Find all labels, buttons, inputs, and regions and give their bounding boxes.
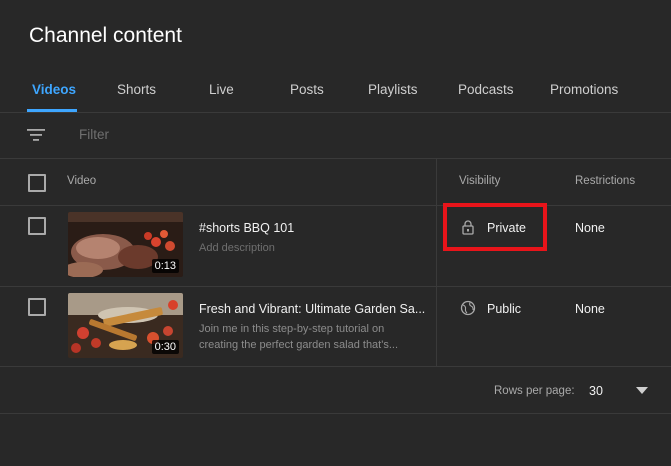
video-thumbnail[interactable]: 0:30 [68,293,183,358]
row-checkbox[interactable] [28,298,46,316]
tab-shorts[interactable]: Shorts [117,82,156,97]
tab-live[interactable]: Live [209,82,234,97]
divider [0,112,671,113]
video-duration: 0:13 [151,259,179,273]
rows-per-page-label: Rows per page: [494,385,575,397]
row-checkbox[interactable] [28,217,46,235]
video-description[interactable]: Add description [199,240,419,256]
globe-icon [460,300,476,316]
filter-input[interactable] [79,127,379,142]
divider [0,158,671,159]
tab-playlists[interactable]: Playlists [368,82,418,97]
highlight-box [443,203,547,251]
column-header-video: Video [67,175,97,187]
video-title[interactable]: Fresh and Vibrant: Ultimate Garden Sa... [199,302,425,316]
divider [0,413,671,414]
chevron-down-icon[interactable] [636,387,648,395]
visibility-dropdown[interactable]: Public [487,302,521,316]
tab-videos[interactable]: Videos [32,82,76,97]
tab-bar: Videos Shorts Live Posts Playlists Podca… [0,70,671,112]
column-divider [436,158,437,366]
column-header-restrictions[interactable]: Restrictions [575,175,635,187]
divider [0,366,671,367]
tab-posts[interactable]: Posts [290,82,324,97]
rows-per-page-select[interactable]: 30 [589,384,603,398]
video-title[interactable]: #shorts BBQ 101 [199,221,294,235]
restrictions-value: None [575,302,605,316]
restrictions-value: None [575,221,605,235]
video-description-line-1[interactable]: Join me in this step-by-step tutorial on [199,321,419,337]
video-description-line-2[interactable]: creating the perfect garden salad that's… [199,337,419,353]
tab-promotions[interactable]: Promotions [550,82,618,97]
tab-podcasts[interactable]: Podcasts [458,82,514,97]
page-title: Channel content [29,24,182,47]
column-header-visibility[interactable]: Visibility [459,175,500,187]
video-thumbnail[interactable]: 0:13 [68,212,183,277]
divider [0,286,671,287]
filter-icon[interactable] [27,128,45,142]
select-all-checkbox[interactable] [28,174,46,192]
video-duration: 0:30 [151,340,179,354]
divider [0,205,671,206]
